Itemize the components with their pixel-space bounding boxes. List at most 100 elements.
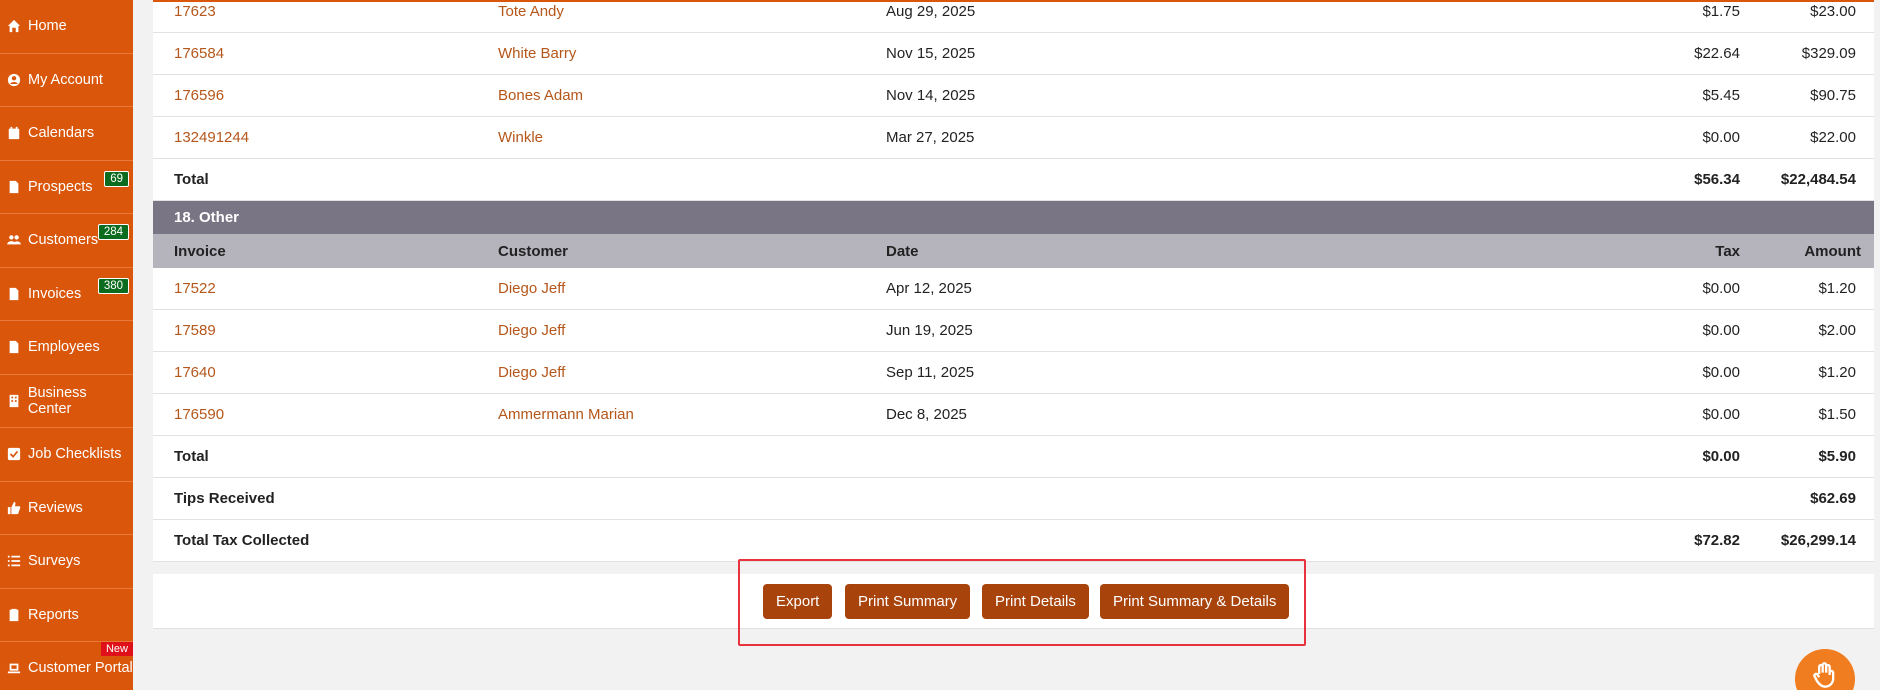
invoice-link[interactable]: 176584 bbox=[174, 45, 224, 62]
tax-cell: $0.00 bbox=[1702, 129, 1740, 146]
customer-link[interactable]: Diego Jeff bbox=[498, 322, 565, 339]
tax-cell: $0.00 bbox=[1702, 364, 1740, 381]
chat-button[interactable] bbox=[1795, 649, 1855, 690]
date-cell: Aug 29, 2025 bbox=[886, 3, 976, 20]
customer-link[interactable]: Ammermann Marian bbox=[498, 406, 634, 423]
tax-report-table: 17623 Tote Andy Aug 29, 2025 $1.75 $23.0… bbox=[153, 0, 1874, 562]
amount-cell: $22.00 bbox=[1810, 129, 1856, 146]
table-row: 132491244 Winkle Mar 27, 2025 $0.00 $22.… bbox=[153, 117, 1874, 159]
sidebar-item-label: Calendars bbox=[28, 125, 95, 142]
clipboard-icon bbox=[6, 607, 22, 623]
thumbs-up-icon bbox=[6, 500, 22, 516]
sidebar-item-my-account[interactable]: My Account bbox=[0, 54, 133, 107]
file-icon bbox=[6, 179, 22, 195]
column-header-amount: Amount bbox=[1804, 242, 1861, 260]
sidebar-item-label: Prospects bbox=[28, 178, 93, 195]
total-tax: $56.34 bbox=[1694, 171, 1740, 188]
count-badge: 284 bbox=[97, 224, 129, 240]
amount-cell: $2.00 bbox=[1818, 322, 1856, 339]
sidebar-item-label: Customer Portal bbox=[28, 660, 133, 677]
amount-cell: $1.20 bbox=[1818, 364, 1856, 381]
tax-cell: $22.64 bbox=[1694, 45, 1740, 62]
tips-received-row: Tips Received $62.69 bbox=[153, 478, 1874, 520]
customer-link[interactable]: Winkle bbox=[498, 129, 543, 146]
column-header-invoice: Invoice bbox=[174, 242, 226, 260]
date-cell: Sep 11, 2025 bbox=[886, 364, 975, 381]
file-icon bbox=[6, 339, 22, 355]
tips-amount: $62.69 bbox=[1810, 490, 1856, 507]
table-row: 17589 Diego Jeff Jun 19, 2025 $0.00 $2.0… bbox=[153, 310, 1874, 352]
date-cell: Mar 27, 2025 bbox=[886, 129, 975, 146]
sidebar-item-job-checklists[interactable]: Job Checklists bbox=[0, 428, 133, 482]
invoice-link[interactable]: 132491244 bbox=[174, 129, 249, 146]
sidebar-item-customer-portal[interactable]: Customer Portal New bbox=[0, 642, 133, 690]
count-badge: 380 bbox=[97, 277, 129, 294]
home-icon bbox=[6, 18, 22, 34]
sidebar-item-reports[interactable]: Reports bbox=[0, 589, 133, 642]
invoice-link[interactable]: 176596 bbox=[174, 87, 224, 104]
checkbox-icon bbox=[6, 446, 22, 462]
invoice-link[interactable]: 176590 bbox=[174, 406, 224, 423]
table-row: 176584 White Barry Nov 15, 2025 $22.64 $… bbox=[153, 33, 1874, 75]
date-cell: Dec 8, 2025 bbox=[886, 406, 967, 423]
column-header-row: Invoice Customer Date Tax Amount bbox=[153, 234, 1874, 268]
sidebar-item-customers[interactable]: Customers 284 bbox=[0, 214, 133, 268]
invoice-link[interactable]: 17623 bbox=[174, 3, 216, 20]
sidebar-item-label: Surveys bbox=[28, 553, 81, 570]
new-badge: New bbox=[100, 642, 133, 656]
total-amount: $22,484.54 bbox=[1780, 171, 1856, 188]
amount-cell: $1.20 bbox=[1818, 280, 1856, 297]
print-summary-button[interactable]: Print Summary bbox=[845, 584, 971, 619]
total-label: Total bbox=[174, 448, 209, 465]
section-total-row: Total $0.00 $5.90 bbox=[153, 436, 1874, 478]
sidebar-item-label: My Account bbox=[28, 71, 103, 88]
sidebar-item-reviews[interactable]: Reviews bbox=[0, 482, 133, 535]
invoice-link[interactable]: 17640 bbox=[174, 364, 216, 381]
sidebar-item-employees[interactable]: Employees bbox=[0, 321, 133, 375]
tax-cell: $1.75 bbox=[1702, 3, 1740, 20]
sidebar-item-calendars[interactable]: Calendars bbox=[0, 107, 133, 161]
customer-link[interactable]: Bones Adam bbox=[498, 87, 583, 104]
date-cell: Nov 14, 2025 bbox=[886, 87, 976, 104]
table-row: 176596 Bones Adam Nov 14, 2025 $5.45 $90… bbox=[153, 75, 1874, 117]
sidebar-item-label: Reports bbox=[28, 606, 79, 623]
sidebar-item-surveys[interactable]: Surveys bbox=[0, 535, 133, 589]
wave-hand-icon bbox=[1811, 661, 1839, 690]
sidebar-item-home[interactable]: Home bbox=[0, 0, 133, 54]
sidebar-item-business-center[interactable]: Business Center bbox=[0, 375, 133, 428]
sidebar-item-label: Job Checklists bbox=[28, 446, 122, 463]
customer-link[interactable]: Diego Jeff bbox=[498, 280, 565, 297]
sidebar-item-label: Customers bbox=[28, 232, 99, 249]
invoice-link[interactable]: 17589 bbox=[174, 322, 216, 339]
tax-cell: $0.00 bbox=[1702, 406, 1740, 423]
customer-link[interactable]: White Barry bbox=[498, 45, 576, 62]
invoice-link[interactable]: 17522 bbox=[174, 280, 216, 297]
amount-cell: $90.75 bbox=[1810, 87, 1856, 104]
date-cell: Jun 19, 2025 bbox=[886, 322, 973, 339]
sidebar-item-label: Home bbox=[28, 18, 67, 35]
count-badge: 69 bbox=[104, 170, 129, 187]
building-icon bbox=[6, 393, 22, 409]
table-row: 17522 Diego Jeff Apr 12, 2025 $0.00 $1.2… bbox=[153, 268, 1874, 310]
date-cell: Nov 15, 2025 bbox=[886, 45, 976, 62]
column-header-date: Date bbox=[886, 242, 919, 260]
sidebar-item-prospects[interactable]: Prospects 69 bbox=[0, 161, 133, 214]
total-amount: $5.90 bbox=[1818, 448, 1856, 465]
tax-cell: $5.45 bbox=[1702, 87, 1740, 104]
date-cell: Apr 12, 2025 bbox=[886, 280, 972, 297]
export-button[interactable]: Export bbox=[763, 584, 833, 619]
tax-cell: $0.00 bbox=[1702, 280, 1740, 297]
customer-link[interactable]: Tote Andy bbox=[498, 3, 564, 20]
users-icon bbox=[6, 232, 22, 248]
total-tax-collected: $72.82 bbox=[1694, 532, 1740, 549]
sidebar-item-invoices[interactable]: Invoices 380 bbox=[0, 268, 133, 321]
section-header-other: 18. Other bbox=[153, 201, 1874, 234]
total-tax: $0.00 bbox=[1702, 448, 1740, 465]
list-icon bbox=[6, 553, 22, 569]
print-details-button[interactable]: Print Details bbox=[982, 584, 1089, 619]
amount-cell: $23.00 bbox=[1810, 3, 1856, 20]
print-summary-details-button[interactable]: Print Summary & Details bbox=[1100, 584, 1290, 619]
sidebar-item-label: Business Center bbox=[27, 384, 87, 417]
customer-link[interactable]: Diego Jeff bbox=[498, 364, 565, 381]
total-tax-collected-label: Total Tax Collected bbox=[174, 532, 310, 549]
